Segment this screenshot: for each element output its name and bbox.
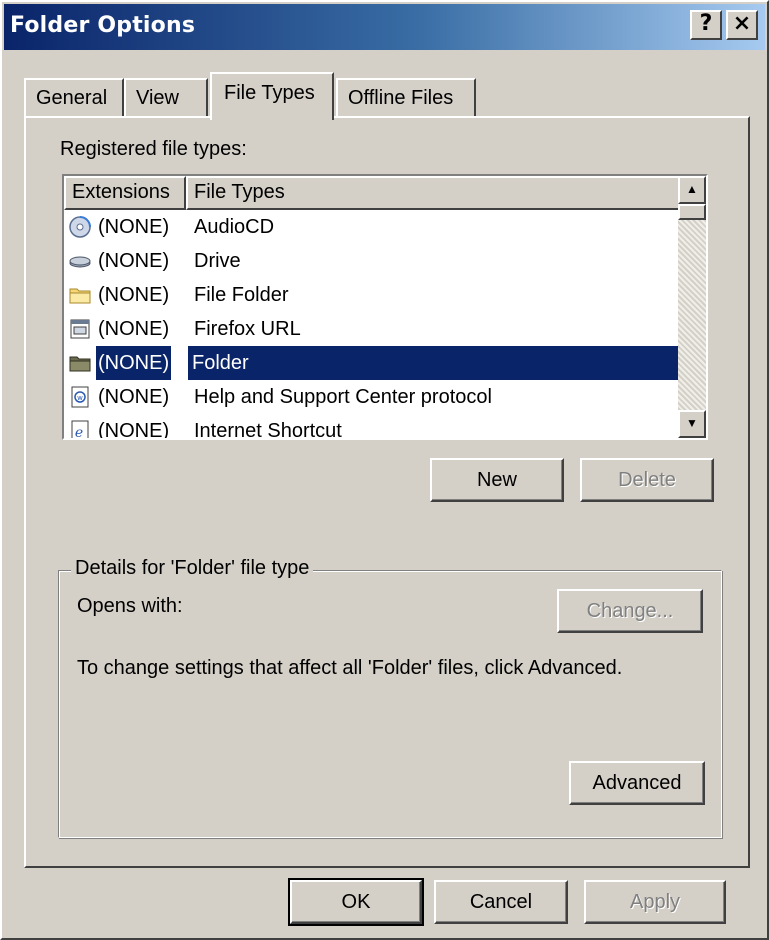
change-button[interactable]: Change... [557, 589, 703, 633]
help-document-icon: w [71, 386, 89, 408]
window-title: Folder Options [10, 13, 196, 38]
help-button[interactable]: ? [690, 10, 722, 40]
title-bar[interactable]: Folder Options ? × [4, 4, 765, 50]
new-button-label: New [476, 469, 517, 491]
apply-button-label: Apply [629, 891, 681, 913]
row-extension: (NONE) [98, 386, 170, 408]
row-file-type: Firefox URL [194, 318, 301, 340]
row-extension: (NONE) [96, 346, 172, 380]
row-file-type: Internet Shortcut [194, 420, 342, 440]
tab-file-types[interactable]: File Types [210, 72, 334, 120]
new-button[interactable]: New [430, 458, 564, 502]
row-file-type: AudioCD [194, 216, 275, 238]
drive-icon [69, 256, 91, 268]
folder-icon [69, 356, 91, 372]
apply-button[interactable]: Apply [584, 880, 726, 924]
cancel-button[interactable]: Cancel [434, 880, 568, 924]
row-extension: (NONE) [98, 420, 170, 440]
file-types-panel: Registered file types: Extensions File T… [24, 116, 750, 868]
details-description: To change settings that affect all 'Fold… [77, 657, 623, 679]
file-types-list[interactable]: Extensions File Types (NONE) AudioCD (NO… [62, 174, 708, 440]
advanced-button[interactable]: Advanced [569, 761, 705, 805]
list-item[interactable]: (NONE) AudioCD [64, 210, 684, 244]
tab-general[interactable]: General [24, 78, 124, 118]
row-extension: (NONE) [98, 284, 170, 306]
ok-button[interactable]: OK [288, 878, 424, 926]
url-document-icon [70, 319, 90, 339]
list-item[interactable]: (NONE) Drive [64, 244, 684, 278]
list-item[interactable]: (NONE) File Folder [64, 278, 684, 312]
scroll-thumb[interactable] [678, 204, 706, 220]
list-item[interactable]: (NONE) Folder [64, 346, 684, 380]
details-legend: Details for 'Folder' file type [71, 557, 314, 580]
row-extension: (NONE) [98, 250, 170, 272]
list-item[interactable]: e (NONE) Internet Shortcut [64, 414, 684, 440]
row-file-type: Folder [188, 346, 684, 380]
delete-button-label: Delete [618, 469, 676, 491]
file-folder-icon [69, 288, 91, 304]
delete-button[interactable]: Delete [580, 458, 714, 502]
ok-button-label: OK [341, 891, 371, 913]
opens-with-label: Opens with: [77, 595, 183, 617]
registered-file-types-label: Registered file types: [60, 138, 247, 160]
column-header-extensions[interactable]: Extensions [64, 176, 186, 210]
svg-text:w: w [77, 394, 83, 402]
change-button-label: Change... [586, 600, 674, 622]
close-button[interactable]: × [726, 10, 758, 40]
row-file-type: Help and Support Center protocol [194, 386, 492, 408]
advanced-button-label: Advanced [592, 772, 682, 794]
row-extension: (NONE) [98, 318, 170, 340]
cancel-button-label: Cancel [469, 891, 533, 913]
list-item[interactable]: w (NONE) Help and Support Center protoco… [64, 380, 684, 414]
row-file-type: Drive [194, 250, 241, 272]
details-groupbox: Details for 'Folder' file type Opens wit… [58, 557, 722, 838]
row-extension: (NONE) [98, 216, 170, 238]
tab-offline-files[interactable]: Offline Files [336, 78, 476, 118]
column-header-file-types[interactable]: File Types [186, 176, 680, 210]
list-item[interactable]: (NONE) Firefox URL [64, 312, 684, 346]
scroll-up-arrow-icon[interactable]: ▲ [678, 176, 706, 204]
tab-strip: General View File Types Offline Files [24, 72, 744, 120]
tab-view[interactable]: View [124, 78, 208, 118]
row-file-type: File Folder [194, 284, 289, 306]
list-scrollbar[interactable]: ▲ ▼ [678, 176, 706, 438]
folder-options-dialog: Folder Options ? × General View File Typ… [0, 0, 769, 940]
audio-cd-icon [69, 216, 91, 238]
internet-shortcut-icon: e [71, 420, 89, 440]
svg-text:e: e [75, 425, 83, 440]
scroll-down-arrow-icon[interactable]: ▼ [678, 410, 706, 438]
